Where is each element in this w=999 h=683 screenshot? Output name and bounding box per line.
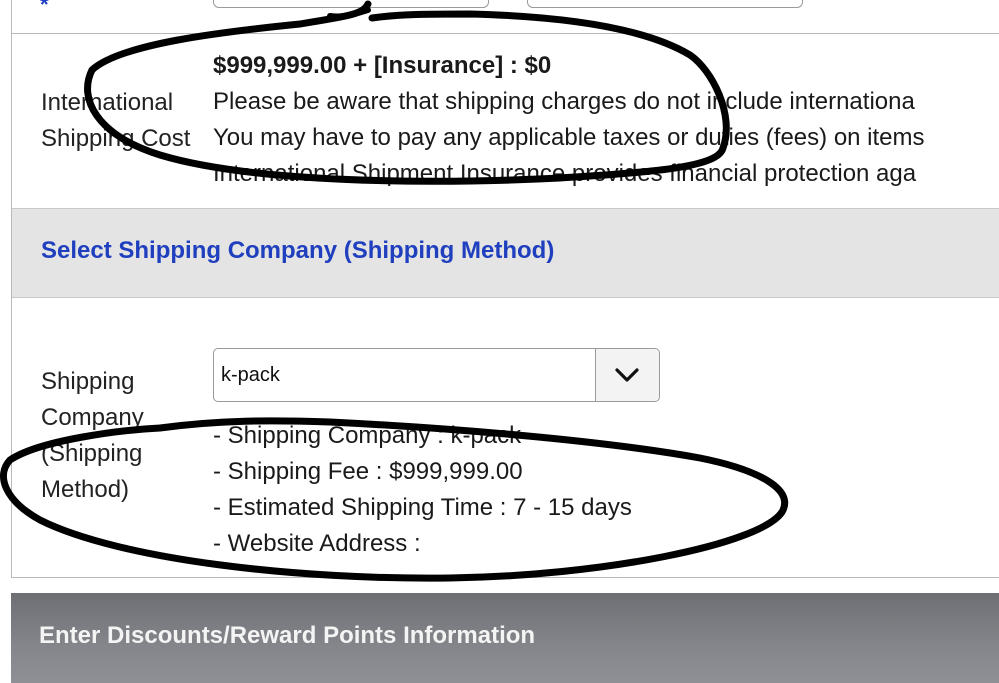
shipping-company-selected-value: k-pack — [221, 364, 280, 386]
discounts-section-title: Enter Discounts/Reward Points Informatio… — [39, 622, 536, 649]
shipping-company-label-2: Company — [41, 404, 144, 431]
select-dropdown-button[interactable] — [595, 349, 659, 401]
top-input-left[interactable] — [213, 0, 489, 8]
marker-scribble-cost — [327, 7, 371, 20]
intl-shipping-label-2: Shipping Cost — [41, 125, 191, 152]
shipping-company-label-1: Shipping — [41, 368, 135, 395]
intl-shipping-note-3: International Shipment Insurance provide… — [213, 160, 917, 187]
intl-shipping-note-2: You may have to pay any applicable taxes… — [213, 124, 925, 151]
shipping-detail-website: - Website Address : — [213, 530, 421, 557]
shipping-detail-fee: - Shipping Fee : $999,999.00 — [213, 458, 523, 485]
row-divider-bottom — [11, 577, 999, 578]
shipping-company-label-3: (Shipping — [41, 440, 143, 467]
shipping-detail-time: - Estimated Shipping Time : 7 - 15 days — [213, 494, 632, 521]
intl-shipping-label-1: International — [41, 89, 174, 116]
chevron-down-icon — [615, 368, 639, 382]
shipping-company-label-4: Method) — [41, 476, 130, 503]
intl-shipping-note-1: Please be aware that shipping charges do… — [213, 88, 915, 115]
row-divider — [11, 33, 999, 34]
shipping-detail-company: - Shipping Company : k-pack — [213, 422, 522, 449]
top-input-right[interactable] — [527, 0, 803, 8]
discounts-section-header[interactable]: Enter Discounts/Reward Points Informatio… — [11, 593, 999, 683]
shipping-method-section-title: Select Shipping Company (Shipping Method… — [41, 237, 555, 264]
shipping-company-select[interactable]: k-pack — [213, 348, 660, 402]
intl-shipping-cost: $999,999.00 + [Insurance] : $0 — [213, 52, 552, 79]
shipping-method-section-header: Select Shipping Company (Shipping Method… — [12, 208, 999, 298]
required-mark: * — [40, 0, 49, 17]
